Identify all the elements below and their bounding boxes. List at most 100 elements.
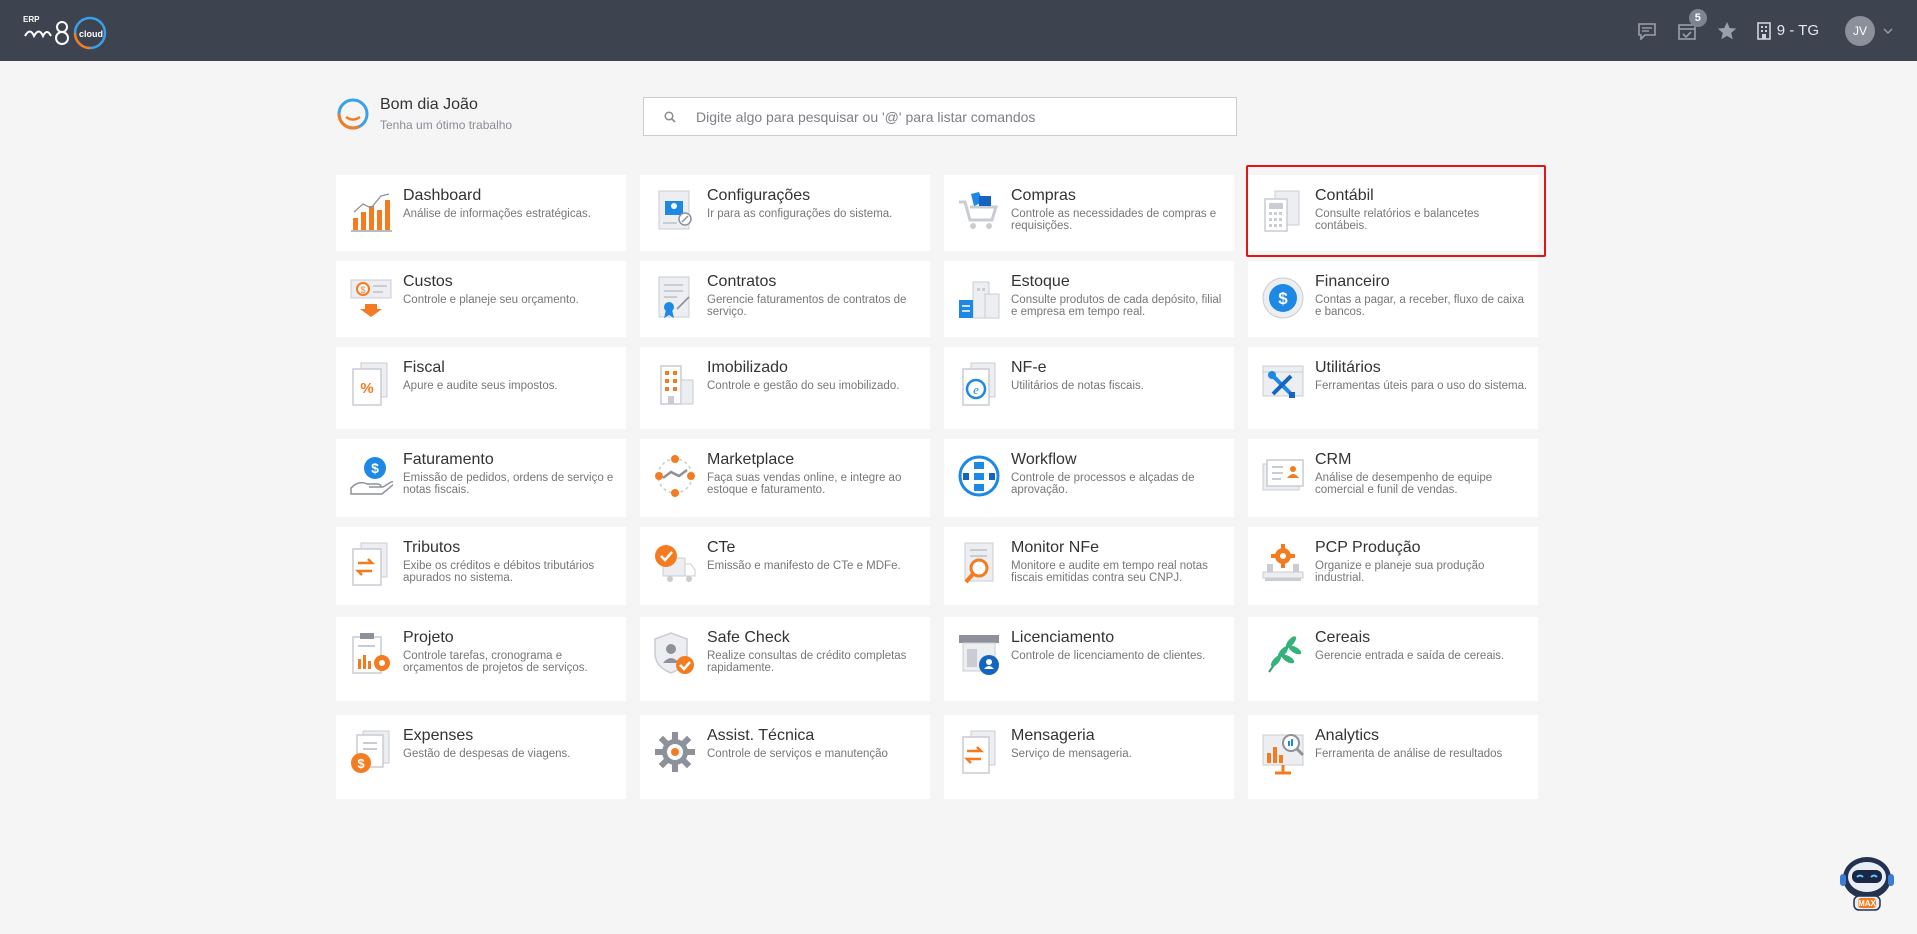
svg-text:e: e xyxy=(973,382,979,397)
module-card-licenciamento[interactable]: Licenciamento Controle de licenciamento d… xyxy=(944,617,1234,701)
module-card-cereais[interactable]: Cereais Gerencie entrada e saída de cerea… xyxy=(1248,617,1538,701)
module-description: Controle e planeje seu orçamento. xyxy=(403,294,579,306)
crm-card-icon xyxy=(1260,451,1306,501)
module-description: Análise de desempenho de equipe comercia… xyxy=(1315,472,1493,496)
module-card-tributos[interactable]: Tributos Exibe os créditos e débitos trib… xyxy=(336,527,626,605)
avatar: JV xyxy=(1845,15,1875,46)
module-card-fiscal[interactable]: % Fiscal Apure e audite seus impostos. xyxy=(336,347,626,429)
max-assistant-robot[interactable]: MAX xyxy=(1838,852,1896,914)
module-title: Financeiro xyxy=(1315,273,1390,290)
warehouse-icon xyxy=(956,273,1002,323)
workflow-icon xyxy=(956,451,1002,501)
module-title: Contábil xyxy=(1315,187,1374,204)
module-card-expenses[interactable]: $ Expenses Gestão de despesas de viagens. xyxy=(336,715,626,799)
module-card-dashboard[interactable]: Dashboard Análise de informações estratég… xyxy=(336,175,626,251)
module-card-crm[interactable]: CRM Análise de desempenho de equipe comer… xyxy=(1248,439,1538,517)
module-description: Realize consultas de crédito completas r… xyxy=(707,650,907,674)
module-title: Fiscal xyxy=(403,359,445,376)
svg-text:$: $ xyxy=(1278,289,1288,308)
module-description: Ferramenta de análise de resultados xyxy=(1315,748,1503,760)
module-description: Faça suas vendas online, e integre ao es… xyxy=(707,472,902,496)
settings-doc-icon xyxy=(652,187,698,237)
module-card-analytics[interactable]: Analytics Ferramenta de análise de result… xyxy=(1248,715,1538,799)
module-description: Utilitários de notas fiscais. xyxy=(1011,380,1144,392)
module-description: Controle tarefas, cronograma e orçamento… xyxy=(403,650,588,674)
shield-check-icon xyxy=(652,629,698,679)
gear-tool-icon xyxy=(652,727,698,777)
svg-text:$: $ xyxy=(360,285,365,295)
module-description: Contas a pagar, a receber, fluxo de caix… xyxy=(1315,294,1525,318)
module-title: CRM xyxy=(1315,451,1352,468)
billing-hand-icon: $ xyxy=(348,451,394,501)
module-description: Organize e planeje sua produção industri… xyxy=(1315,560,1485,584)
erp-m8-logo[interactable]: ERP cloud xyxy=(22,12,114,52)
search-input[interactable] xyxy=(696,108,1236,125)
top-bar: ERP cloud 5 9 - TG JV xyxy=(0,0,1917,61)
module-description: Ferramentas úteis para o uso do sistema. xyxy=(1315,380,1528,392)
module-card-pcp-produ-o[interactable]: PCP Produção Organize e planeje sua produ… xyxy=(1248,527,1538,605)
magnifier-doc-icon xyxy=(956,539,1002,589)
module-description: Gerencie faturamentos de contratos de se… xyxy=(707,294,907,318)
handshake-icon xyxy=(652,451,698,501)
module-title: Faturamento xyxy=(403,451,494,468)
module-card-nf-e[interactable]: e NF-e Utilitários de notas fiscais. xyxy=(944,347,1234,429)
module-card-cont-bil[interactable]: Contábil Consulte relatórios e balancetes… xyxy=(1248,175,1538,251)
tax-arrows-icon xyxy=(348,539,394,589)
star-icon[interactable] xyxy=(1707,0,1747,61)
module-title: Marketplace xyxy=(707,451,795,468)
module-card-faturamento[interactable]: $ Faturamento Emissão de pedidos, ordens d… xyxy=(336,439,626,517)
module-card-safe-check[interactable]: Safe Check Realize consultas de crédito c… xyxy=(640,617,930,701)
license-store-icon xyxy=(956,629,1002,679)
module-card-marketplace[interactable]: Marketplace Faça suas vendas online, e in… xyxy=(640,439,930,517)
module-card-contratos[interactable]: Contratos Gerencie faturamentos de contra… xyxy=(640,261,930,337)
analytics-screen-icon xyxy=(1260,727,1306,777)
module-title: Utilitários xyxy=(1315,359,1381,376)
svg-text:ERP: ERP xyxy=(23,15,40,24)
company-label: 9 - TG xyxy=(1776,22,1819,39)
module-title: Safe Check xyxy=(707,629,790,646)
project-clipboard-icon xyxy=(348,629,394,679)
module-description: Emissão e manifesto de CTe e MDFe. xyxy=(707,560,901,572)
cost-money-icon: $ xyxy=(348,273,394,323)
svg-text:$: $ xyxy=(357,756,365,771)
nfe-doc-icon: e xyxy=(956,359,1002,409)
svg-text:$: $ xyxy=(371,460,379,476)
module-card-cte[interactable]: CTe Emissão e manifesto de CTe e MDFe. xyxy=(640,527,930,605)
svg-text:%: % xyxy=(360,380,373,397)
module-card-workflow[interactable]: Workflow Controle de processos e alçadas … xyxy=(944,439,1234,517)
module-title: PCP Produção xyxy=(1315,539,1421,556)
module-title: Tributos xyxy=(403,539,461,556)
module-title: Cereais xyxy=(1315,629,1371,646)
greeting-subtitle: Tenha um ótimo trabalho xyxy=(380,118,513,132)
tools-icon xyxy=(1260,359,1306,409)
expense-coin-icon: $ xyxy=(348,727,394,777)
contract-icon xyxy=(652,273,698,323)
module-card-projeto[interactable]: Projeto Controle tarefas, cronograma e or… xyxy=(336,617,626,701)
module-title: NF-e xyxy=(1011,359,1047,376)
greeting: Bom dia João Tenha um ótimo trabalho xyxy=(336,96,512,132)
module-description: Controle de processos e alçadas de aprov… xyxy=(1011,472,1195,496)
module-card-compras[interactable]: Compras Controle as necessidades de compr… xyxy=(944,175,1234,251)
module-description: Controle de licenciamento de clientes. xyxy=(1011,650,1206,662)
module-card-monitor-nfe[interactable]: Monitor NFe Monitore e audite em tempo re… xyxy=(944,527,1234,605)
chat-icon[interactable] xyxy=(1627,0,1667,61)
company-selector[interactable]: 9 - TG xyxy=(1756,21,1819,40)
module-card-financeiro[interactable]: $ Financeiro Contas a pagar, a receber, fl… xyxy=(1248,261,1538,337)
percent-doc-icon: % xyxy=(348,359,394,409)
module-card-custos[interactable]: $ Custos Controle e planeje seu orçamento. xyxy=(336,261,626,337)
calendar-icon[interactable]: 5 xyxy=(1667,0,1707,61)
module-title: Dashboard xyxy=(403,187,482,204)
module-title: Analytics xyxy=(1315,727,1380,744)
search-box[interactable] xyxy=(643,97,1237,136)
m8-cloud-emblem-icon xyxy=(337,98,369,130)
module-title: Custos xyxy=(403,273,453,290)
module-card-mensageria[interactable]: Mensageria Serviço de mensageria. xyxy=(944,715,1234,799)
module-description: Consulte produtos de cada depósito, fili… xyxy=(1011,294,1222,318)
module-card-utilit-rios[interactable]: Utilitários Ferramentas úteis para o uso … xyxy=(1248,347,1538,429)
module-card-configura-es[interactable]: Configurações Ir para as configurações do… xyxy=(640,175,930,251)
user-menu[interactable]: JV xyxy=(1845,15,1893,46)
module-card-estoque[interactable]: Estoque Consulte produtos de cada depósit… xyxy=(944,261,1234,337)
module-title: Compras xyxy=(1011,187,1076,204)
module-card-assist-t-cnica[interactable]: Assist. Técnica Controle de serviços e ma… xyxy=(640,715,930,799)
module-card-imobilizado[interactable]: Imobilizado Controle e gestão do seu imob… xyxy=(640,347,930,429)
